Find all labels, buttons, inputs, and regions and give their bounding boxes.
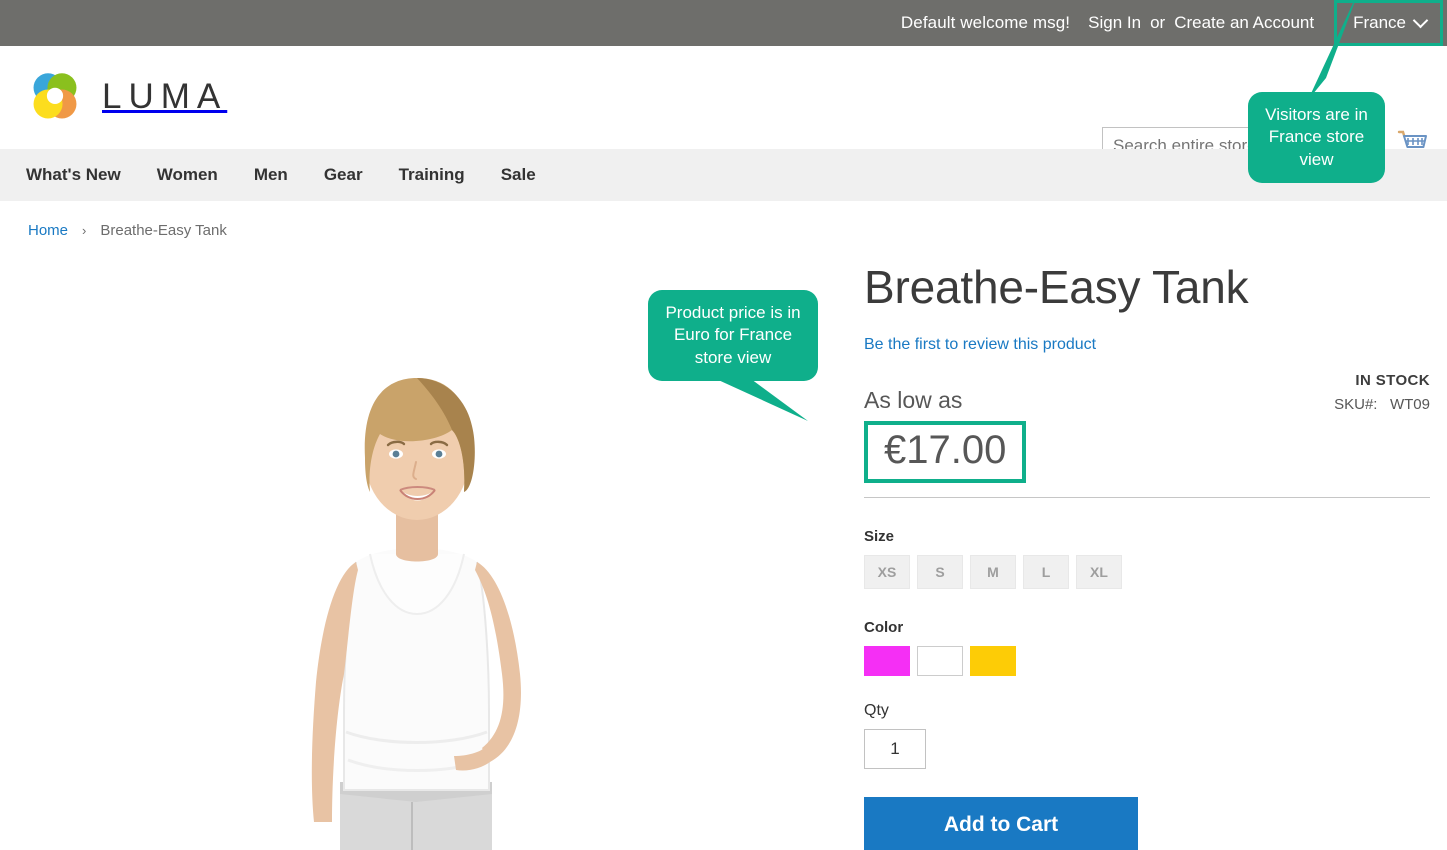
welcome-message: Default welcome msg!: [900, 13, 1071, 32]
nav-item-sale[interactable]: Sale: [483, 165, 554, 185]
size-label: Size: [864, 527, 895, 545]
breadcrumb-home-link[interactable]: Home: [28, 222, 68, 239]
luma-pinwheel-logo: [26, 68, 84, 126]
nav-item-whats-new[interactable]: What's New: [8, 165, 139, 185]
product-info: Breathe-Easy Tank Be the first to review…: [864, 261, 1430, 850]
product-image[interactable]: [244, 262, 590, 850]
product-price: €17.00: [884, 427, 1007, 472]
qty-input[interactable]: [865, 729, 925, 768]
color-swatch-yellow[interactable]: [970, 645, 1016, 676]
color-swatches: [864, 645, 1430, 676]
logo-text: LUMA: [102, 77, 228, 116]
divider: [864, 496, 1430, 498]
size-swatch-l[interactable]: L: [1023, 554, 1069, 589]
or-label: or: [1150, 13, 1166, 32]
callout-euro-price: Product price is in Euro for France stor…: [648, 290, 818, 422]
status-badge: IN STOCK: [1355, 372, 1430, 389]
page-title: Breathe-Easy Tank: [864, 261, 1249, 313]
callout-price-text: Product price is in Euro for France stor…: [648, 290, 818, 382]
breadcrumb-separator-icon: ›: [82, 222, 87, 238]
callout-france-text: Visitors are in France store view: [1248, 92, 1385, 184]
create-account-link[interactable]: Create an Account: [1174, 13, 1314, 33]
size-swatch-xl[interactable]: XL: [1076, 554, 1122, 589]
size-swatch-s[interactable]: S: [917, 554, 963, 589]
size-swatches: XS S M L XL: [864, 554, 1430, 589]
breadcrumb: Home › Breathe-Easy Tank: [28, 201, 227, 259]
color-swatch-white[interactable]: [917, 645, 963, 676]
qty-box[interactable]: [864, 728, 926, 769]
nav-item-men[interactable]: Men: [236, 165, 306, 185]
product-detail-page: Default welcome msg! Sign In or Create a…: [0, 0, 1447, 850]
store-switcher-label: France: [1353, 13, 1406, 32]
stock-and-sku: IN STOCK SKU#: WT09: [1334, 372, 1430, 413]
qty-label: Qty: [864, 701, 889, 719]
top-panel: Default welcome msg! Sign In or Create a…: [0, 0, 1447, 46]
sign-in-link[interactable]: Sign In: [1088, 13, 1141, 33]
callout-france-store-view: Visitors are in France store view: [1248, 0, 1385, 184]
price-highlight: €17.00: [864, 420, 1027, 483]
add-to-cart-button[interactable]: Add to Cart: [864, 796, 1138, 850]
logo-link[interactable]: LUMA: [26, 68, 227, 126]
sku: SKU#: WT09: [1334, 396, 1430, 413]
color-label: Color: [864, 618, 904, 636]
sku-value: WT09: [1389, 396, 1430, 413]
main-navigation: What's New Women Men Gear Training Sale: [0, 149, 1447, 201]
breadcrumb-current: Breathe-Easy Tank: [100, 221, 227, 239]
size-swatch-xs[interactable]: XS: [864, 554, 910, 589]
site-header: LUMA: [0, 46, 1447, 164]
color-swatch-purple[interactable]: [864, 645, 910, 676]
size-swatch-m[interactable]: M: [970, 554, 1016, 589]
nav-item-women[interactable]: Women: [139, 165, 236, 185]
review-link[interactable]: Be the first to review this product: [864, 336, 1096, 354]
nav-item-training[interactable]: Training: [381, 165, 483, 185]
chevron-down-icon: [1412, 12, 1429, 29]
nav-item-gear[interactable]: Gear: [306, 165, 381, 185]
sku-label: SKU#:: [1334, 396, 1378, 413]
